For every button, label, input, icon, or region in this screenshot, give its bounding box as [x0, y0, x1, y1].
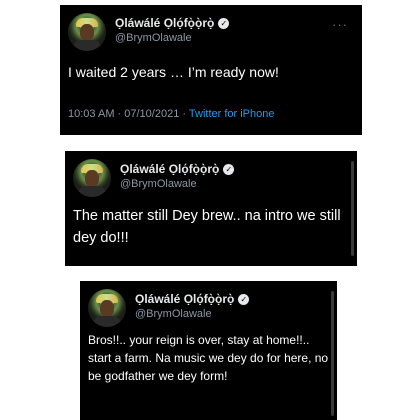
- avatar-face: [85, 170, 99, 187]
- profile-avatar[interactable]: [73, 159, 111, 197]
- name-row: Ọláwálé Ọlọ́fọ̀ọ̀rọ̀ ✓: [120, 162, 235, 176]
- user-handle[interactable]: @BrymOlawale: [120, 178, 234, 190]
- profile-avatar[interactable]: [68, 13, 106, 51]
- avatar-shirt: [93, 316, 121, 327]
- verified-badge-icon: ✓: [238, 293, 250, 305]
- author-block: Ọláwálé Ọlọ́fọ̀ọ̀rọ̀ ✓ @BrymOlawale: [120, 162, 235, 190]
- tweet-header: Ọláwálé Ọlọ́fọ̀ọ̀rọ̀ ✓ @BrymOlawale ···: [68, 13, 354, 53]
- profile-avatar[interactable]: [88, 289, 126, 327]
- tweet-text: I waited 2 years … I’m ready now!: [68, 64, 279, 80]
- screenshot-collage: Ọláwálé Ọlọ́fọ̀ọ̀rọ̀ ✓ @BrymOlawale ··· …: [0, 0, 420, 420]
- avatar-shirt: [78, 186, 106, 197]
- scrollbar[interactable]: [331, 291, 334, 416]
- tweet-meta: 10:03 AM · 07/10/2021 · Twitter for iPho…: [68, 108, 274, 120]
- user-handle[interactable]: @BrymOlawale: [115, 32, 229, 44]
- tweet-header: Ọláwálé Ọlọ́fọ̀ọ̀rọ̀ ✓ @BrymOlawale: [73, 159, 349, 199]
- tweet-card-2[interactable]: Ọláwálé Ọlọ́fọ̀ọ̀rọ̀ ✓ @BrymOlawale The …: [65, 151, 357, 266]
- tweet-source-link[interactable]: Twitter for iPhone: [189, 108, 275, 120]
- tweet-card-1[interactable]: Ọláwálé Ọlọ́fọ̀ọ̀rọ̀ ✓ @BrymOlawale ··· …: [60, 5, 362, 135]
- tweet-timestamp[interactable]: 10:03 AM · 07/10/2021 ·: [68, 108, 186, 120]
- tweet-header: Ọláwálé Ọlọ́fọ̀ọ̀rọ̀ ✓ @BrymOlawale: [88, 289, 329, 329]
- tweet-text: The matter still Dey brew.. na intro we …: [73, 208, 341, 246]
- display-name[interactable]: Ọláwálé Ọlọ́fọ̀ọ̀rọ̀: [135, 292, 234, 306]
- name-row: Ọláwálé Ọlọ́fọ̀ọ̀rọ̀ ✓: [115, 16, 230, 30]
- tweet-card-3[interactable]: Ọláwálé Ọlọ́fọ̀ọ̀rọ̀ ✓ @BrymOlawale Bros…: [80, 281, 337, 420]
- avatar-face: [80, 24, 94, 41]
- scrollbar[interactable]: [351, 161, 354, 256]
- name-row: Ọláwálé Ọlọ́fọ̀ọ̀rọ̀ ✓: [135, 292, 250, 306]
- avatar-face: [100, 300, 114, 317]
- more-options-icon[interactable]: ···: [332, 17, 348, 32]
- verified-badge-icon: ✓: [223, 163, 235, 175]
- author-block: Ọláwálé Ọlọ́fọ̀ọ̀rọ̀ ✓ @BrymOlawale: [135, 292, 250, 320]
- author-block: Ọláwálé Ọlọ́fọ̀ọ̀rọ̀ ✓ @BrymOlawale: [115, 16, 230, 44]
- avatar-shirt: [73, 40, 101, 51]
- display-name[interactable]: Ọláwálé Ọlọ́fọ̀ọ̀rọ̀: [120, 162, 219, 176]
- display-name[interactable]: Ọláwálé Ọlọ́fọ̀ọ̀rọ̀: [115, 16, 214, 30]
- tweet-text: Bros!!.. your reign is over, stay at hom…: [88, 333, 329, 383]
- user-handle[interactable]: @BrymOlawale: [135, 308, 249, 320]
- verified-badge-icon: ✓: [218, 17, 230, 29]
